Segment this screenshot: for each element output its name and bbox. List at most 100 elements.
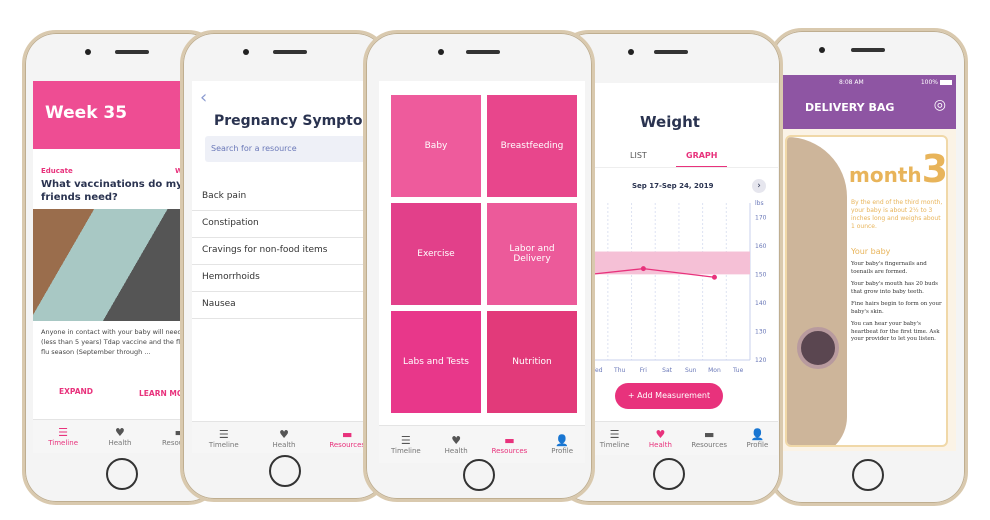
heart-icon: ♥ bbox=[451, 434, 462, 447]
tile-labor-delivery[interactable]: Labor and Delivery bbox=[487, 203, 577, 305]
list-icon: ☰ bbox=[218, 428, 229, 441]
add-measurement-button[interactable]: + Add Measurement bbox=[615, 383, 723, 409]
nav-health[interactable]: ♥ Health bbox=[273, 428, 296, 449]
tab-graph[interactable]: GRAPH bbox=[676, 151, 728, 168]
category-label: Educate bbox=[41, 167, 73, 175]
y-tick-label: 130 bbox=[755, 328, 767, 335]
tile-breastfeeding[interactable]: Breastfeeding bbox=[487, 95, 577, 197]
data-point bbox=[640, 266, 646, 272]
list-item[interactable]: Back pain bbox=[192, 184, 382, 211]
status-time: 8:08 AM bbox=[839, 79, 864, 86]
nav-label: Resources bbox=[491, 447, 528, 455]
battery-icon bbox=[940, 80, 952, 85]
search-input[interactable]: Search for a resource bbox=[205, 136, 382, 162]
camera bbox=[819, 47, 825, 53]
nav-health[interactable]: ♥ Health bbox=[445, 434, 468, 455]
tile-baby[interactable]: Baby bbox=[391, 95, 481, 197]
nav-resources[interactable]: ▬Resources bbox=[492, 434, 528, 455]
y-tick-label: 150 bbox=[755, 271, 767, 278]
target-band bbox=[590, 251, 750, 275]
chevron-right-icon[interactable]: › bbox=[752, 179, 766, 193]
nav-label: Timeline bbox=[208, 441, 239, 449]
nav-resources[interactable]: ▬Resources bbox=[329, 428, 365, 449]
week-title: Week 35 bbox=[45, 103, 128, 123]
nav-timeline[interactable]: ☰ Timeline bbox=[391, 434, 421, 455]
list-item[interactable]: Constipation bbox=[192, 211, 382, 238]
bullet-item: Fine hairs begin to form on your baby's … bbox=[851, 301, 942, 315]
nav-label: Resources bbox=[691, 441, 728, 449]
nav-label: Profile bbox=[746, 441, 769, 449]
nav-health[interactable]: ♥ Health bbox=[649, 428, 672, 449]
home-button[interactable] bbox=[852, 459, 884, 491]
phone-delivery-bag: 8:08 AM 100% DELIVERY BAG ◎ month3 By th… bbox=[768, 28, 968, 506]
item-label: Back pain bbox=[202, 191, 247, 201]
tile-label: Exercise bbox=[417, 249, 455, 259]
tile-label: Labor and Delivery bbox=[509, 244, 555, 264]
back-chevron-icon[interactable]: ‹ bbox=[200, 87, 207, 108]
tile-label: Baby bbox=[424, 141, 448, 151]
date-range: Sep 17-Sep 24, 2019 bbox=[632, 182, 714, 190]
tile-nutrition[interactable]: Nutrition bbox=[487, 311, 577, 413]
home-button[interactable] bbox=[463, 459, 495, 491]
list-item[interactable]: Hemorrhoids bbox=[192, 265, 382, 292]
phone-resources: Baby Breastfeeding Exercise Labor and De… bbox=[363, 30, 595, 502]
tile-label: Breastfeeding bbox=[500, 141, 564, 151]
month-label: month bbox=[849, 163, 922, 187]
y-tick-label: 120 bbox=[755, 357, 767, 364]
data-point bbox=[711, 274, 717, 280]
tile-exercise[interactable]: Exercise bbox=[391, 203, 481, 305]
nav-timeline[interactable]: ☰ Timeline bbox=[600, 428, 630, 449]
mother-baby-icon[interactable]: ◎ bbox=[934, 97, 946, 113]
item-label: Cravings for non-food items bbox=[202, 245, 328, 255]
list-icon: ☰ bbox=[609, 428, 620, 441]
nav-health[interactable]: ♥ Health bbox=[108, 426, 131, 447]
list-item[interactable]: Cravings for non-food items bbox=[192, 238, 382, 265]
nav-timeline[interactable]: ☰ Timeline bbox=[48, 426, 78, 447]
section-title: Your baby bbox=[851, 247, 891, 256]
expand-button[interactable]: EXPAND bbox=[59, 387, 93, 396]
button-label: Add Measurement bbox=[637, 391, 711, 400]
nav-timeline[interactable]: ☰ Timeline bbox=[209, 428, 239, 449]
y-tick-label: 140 bbox=[755, 300, 767, 307]
symptom-list: Back pain Constipation Cravings for non-… bbox=[192, 184, 382, 319]
nav-label: Health bbox=[444, 447, 468, 455]
x-tick-label: Sun bbox=[685, 367, 697, 374]
page-title: DELIVERY BAG bbox=[805, 101, 895, 114]
tile-label: Nutrition bbox=[512, 357, 552, 367]
nav-resources[interactable]: ▬Resources bbox=[691, 428, 727, 449]
fetus-illustration bbox=[797, 327, 839, 369]
silhouette-illustration bbox=[787, 137, 847, 445]
bullet-item: You can hear your baby's heartbeat for t… bbox=[851, 321, 940, 342]
nav-profile[interactable]: 👤 Profile bbox=[551, 434, 573, 455]
weight-chart: Wed Thu Fri Sat Sun Mon Tuelbs1201301401501601… bbox=[590, 200, 767, 374]
folder-icon: ▬ bbox=[703, 428, 715, 441]
info-card: month3 By the end of the third month, yo… bbox=[785, 135, 948, 447]
nav-label: Health bbox=[108, 439, 132, 447]
nav-label: Timeline bbox=[599, 441, 630, 449]
heart-icon: ♥ bbox=[655, 428, 666, 441]
nav-label: Health bbox=[272, 441, 296, 449]
x-tick-label: Sat bbox=[662, 367, 672, 374]
nav-profile[interactable]: 👤 Profile bbox=[746, 428, 768, 449]
nav-label: Timeline bbox=[48, 439, 78, 447]
list-icon: ☰ bbox=[400, 434, 411, 447]
folder-icon: ▬ bbox=[342, 428, 353, 441]
tab-list[interactable]: LIST bbox=[630, 151, 647, 160]
list-item[interactable]: Nausea bbox=[192, 292, 382, 319]
resource-grid: Baby Breastfeeding Exercise Labor and De… bbox=[391, 95, 577, 413]
item-label: Constipation bbox=[202, 218, 259, 228]
nav-label: Profile bbox=[551, 447, 573, 455]
bullet-item: Your baby's mouth has 20 buds that grow … bbox=[851, 281, 939, 295]
home-button[interactable] bbox=[653, 458, 685, 490]
header-bar: 8:08 AM 100% DELIVERY BAG ◎ bbox=[783, 75, 956, 129]
page-title: Pregnancy Symptoms bbox=[214, 113, 382, 129]
nav-label: Health bbox=[648, 441, 672, 449]
y-tick-label: 170 bbox=[755, 214, 767, 221]
tile-labs-tests[interactable]: Labs and Tests bbox=[391, 311, 481, 413]
folder-icon: ▬ bbox=[504, 434, 515, 447]
home-button[interactable] bbox=[269, 455, 301, 487]
bullet-item: Your baby's fingernails and toenails are… bbox=[851, 261, 927, 275]
home-button[interactable] bbox=[106, 458, 138, 490]
list-icon: ☰ bbox=[58, 426, 69, 439]
person-icon: 👤 bbox=[750, 428, 765, 441]
